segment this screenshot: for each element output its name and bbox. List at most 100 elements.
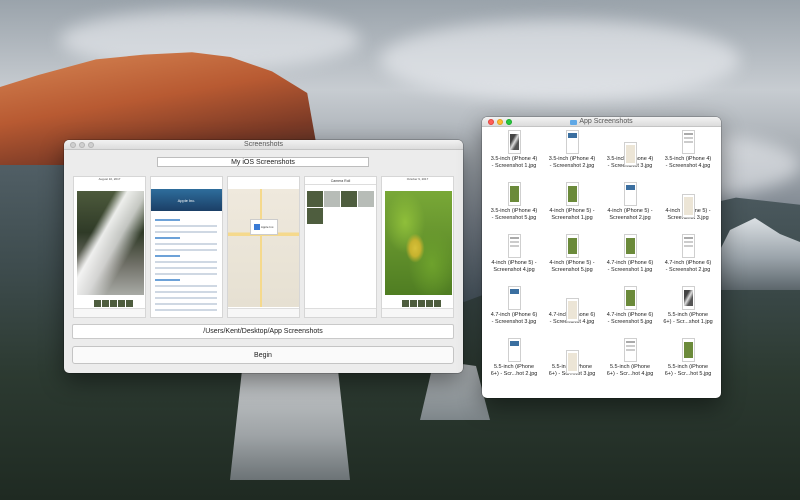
file-item[interactable]: 3.5-inch (iPhone 4) - Screenshot 5.jpg xyxy=(485,182,543,234)
contact-header: Apple Inc. xyxy=(151,189,222,211)
file-item[interactable]: 4.7-inch (iPhone 6) - Screenshot 4.jpg xyxy=(543,286,601,338)
preview-strip: August 10, 2017 Apple Inc. Apple Inc. Ca… xyxy=(73,176,455,318)
tab-bar xyxy=(228,308,299,317)
window-controls xyxy=(70,142,94,148)
file-name-line1: 4.7-inch (iPhone 6) xyxy=(664,260,712,266)
title-bar[interactable]: App Screenshots xyxy=(482,117,721,127)
file-name-line1: 3.5-inch (iPhone 4) xyxy=(664,156,712,162)
file-name-line2: 6+) - Scr...hot 5.jpg xyxy=(664,371,712,377)
image-file-icon xyxy=(623,234,637,258)
file-name-line2: - Screenshot 1.jpg xyxy=(607,267,653,273)
file-item[interactable]: 5.5-inch (iPhone 6+) - Scr...hot 5.jpg xyxy=(659,338,717,390)
file-name-line2: 6+) - Scr...shot 1.jpg xyxy=(663,319,713,325)
file-name-line1: 5.5-inch (iPhone xyxy=(667,312,709,318)
title-bar[interactable]: Screenshots xyxy=(64,140,463,150)
file-item[interactable]: 4.7-inch (iPhone 6) - Screenshot 2.jpg xyxy=(659,234,717,286)
preview-contact[interactable]: Apple Inc. xyxy=(150,176,223,318)
image-file-icon xyxy=(681,234,695,258)
cloud xyxy=(380,20,740,100)
begin-button[interactable]: Begin xyxy=(72,346,454,364)
image-file-icon xyxy=(681,338,695,362)
image-file-icon xyxy=(565,182,579,206)
image-file-icon xyxy=(507,182,521,206)
image-file-icon xyxy=(623,182,637,206)
file-item[interactable]: 3.5-inch (iPhone 4) - Screenshot 2.jpg xyxy=(543,130,601,182)
file-name-line1: 4-inch (iPhone 5) - xyxy=(491,260,537,266)
file-item[interactable]: 5.5-inch (iPhone 6+) - Scr...shot 1.jpg xyxy=(659,286,717,338)
screenshot-set-name-input[interactable]: My iOS Screenshots xyxy=(157,157,369,167)
preview-leaves[interactable]: October 9, 2017 xyxy=(381,176,454,318)
file-item[interactable]: 3.5-inch (iPhone 4) - Screenshot 3.jpg xyxy=(601,130,659,182)
leaves-photo xyxy=(385,191,452,295)
file-item[interactable]: 4-inch (iPhone 5) -Screenshot 3.jpg xyxy=(659,182,717,234)
file-item[interactable]: 4.7-inch (iPhone 6) - Screenshot 3.jpg xyxy=(485,286,543,338)
thumbnail-row xyxy=(402,300,441,307)
output-path-field[interactable]: /Users/Kent/Desktop/App Screenshots xyxy=(72,324,454,339)
image-file-icon xyxy=(681,130,695,154)
folder-icon xyxy=(570,119,578,125)
status-bar: August 10, 2017 xyxy=(98,177,121,181)
file-name-line1: 5.5-inch (iPhone xyxy=(667,364,709,370)
file-item[interactable]: 4-inch (iPhone 5) - Screenshot 4.jpg xyxy=(485,234,543,286)
image-file-icon xyxy=(623,286,637,310)
file-name-line2: - Screenshot 5.jpg xyxy=(607,319,653,325)
file-name-line2: Screenshot 5.jpg xyxy=(551,267,593,273)
contact-details xyxy=(155,215,217,315)
image-file-icon xyxy=(507,130,521,154)
window-title: Screenshots xyxy=(244,141,283,148)
map-marker-icon xyxy=(253,224,260,230)
preview-camera-roll[interactable]: Camera Roll xyxy=(304,176,377,318)
file-item[interactable]: 5.5-inch (iPhone 6+) - Scr...hot 2.jpg xyxy=(485,338,543,390)
minimize-icon[interactable] xyxy=(79,142,85,148)
file-item[interactable]: 4.7-inch (iPhone 6) - Screenshot 1.jpg xyxy=(601,234,659,286)
status-bar: October 9, 2017 xyxy=(406,177,429,181)
file-name-line1: 5.5-inch (iPhone xyxy=(493,364,535,370)
waterfall-photo xyxy=(77,191,144,295)
file-name-line1: 4.7-inch (iPhone 6) xyxy=(606,260,654,266)
file-name-line2: - Screenshot 4.jpg xyxy=(665,163,711,169)
file-name-line2: Screenshot 4.jpg xyxy=(493,267,535,273)
screenshots-window: Screenshots My iOS Screenshots August 10… xyxy=(64,140,463,373)
nav-bar: Camera Roll xyxy=(305,177,376,185)
close-icon[interactable] xyxy=(70,142,76,148)
file-name-line1: 4-inch (iPhone 5) - xyxy=(549,260,595,266)
file-item[interactable]: 4-inch (iPhone 5) - Screenshot 5.jpg xyxy=(543,234,601,286)
file-name-line2: Screenshot 2.jpg xyxy=(609,215,651,221)
window-title: App Screenshots xyxy=(579,118,633,125)
file-name-line1: 3.5-inch (iPhone 4) xyxy=(490,208,538,214)
image-file-icon xyxy=(565,130,579,154)
file-item[interactable]: 5.5-inch (iPhone 6+) - Scr...hot 4.jpg xyxy=(601,338,659,390)
status-bar xyxy=(151,177,222,182)
file-name-line1: 4.7-inch (iPhone 6) xyxy=(490,312,538,318)
file-name-line2: - Screenshot 2.jpg xyxy=(665,267,711,273)
file-item[interactable]: 3.5-inch (iPhone 4) - Screenshot 1.jpg xyxy=(485,130,543,182)
file-item[interactable]: 4-inch (iPhone 5) - Screenshot 2.jpg xyxy=(601,182,659,234)
close-icon[interactable] xyxy=(488,119,494,125)
image-file-icon xyxy=(565,298,579,322)
file-item[interactable]: 4-inch (iPhone 5) - Screenshot 1.jpg xyxy=(543,182,601,234)
map-view xyxy=(228,189,299,307)
zoom-icon[interactable] xyxy=(506,119,512,125)
file-name-line1: 3.5-inch (iPhone 4) xyxy=(548,156,596,162)
file-name-line1: 4-inch (iPhone 5) - xyxy=(549,208,595,214)
zoom-icon[interactable] xyxy=(88,142,94,148)
image-file-icon xyxy=(565,350,579,374)
file-item[interactable]: 5.5-inch (iPhone 6+) - Scr...hot 3.jpg xyxy=(543,338,601,390)
file-name-line1: 3.5-inch (iPhone 4) xyxy=(490,156,538,162)
file-item[interactable]: 3.5-inch (iPhone 4) - Screenshot 4.jpg xyxy=(659,130,717,182)
file-item[interactable]: 4.7-inch (iPhone 6) - Screenshot 5.jpg xyxy=(601,286,659,338)
tab-bar xyxy=(382,308,453,317)
minimize-icon[interactable] xyxy=(497,119,503,125)
preview-map[interactable]: Apple Inc. xyxy=(227,176,300,318)
image-file-icon xyxy=(623,142,637,166)
window-controls xyxy=(488,119,512,125)
file-name-line2: 6+) - Scr...hot 2.jpg xyxy=(490,371,538,377)
file-name-line2: 6+) - Scr...hot 4.jpg xyxy=(606,371,654,377)
file-name-line1: 5.5-inch (iPhone xyxy=(609,364,651,370)
preview-photo[interactable]: August 10, 2017 xyxy=(73,176,146,318)
tab-bar xyxy=(74,308,145,317)
image-file-icon xyxy=(507,286,521,310)
finder-window: App Screenshots 3.5-inch (iPhone 4) - Scr… xyxy=(482,117,721,398)
file-name-line2: - Screenshot 5.jpg xyxy=(491,215,537,221)
tab-bar xyxy=(305,308,376,317)
